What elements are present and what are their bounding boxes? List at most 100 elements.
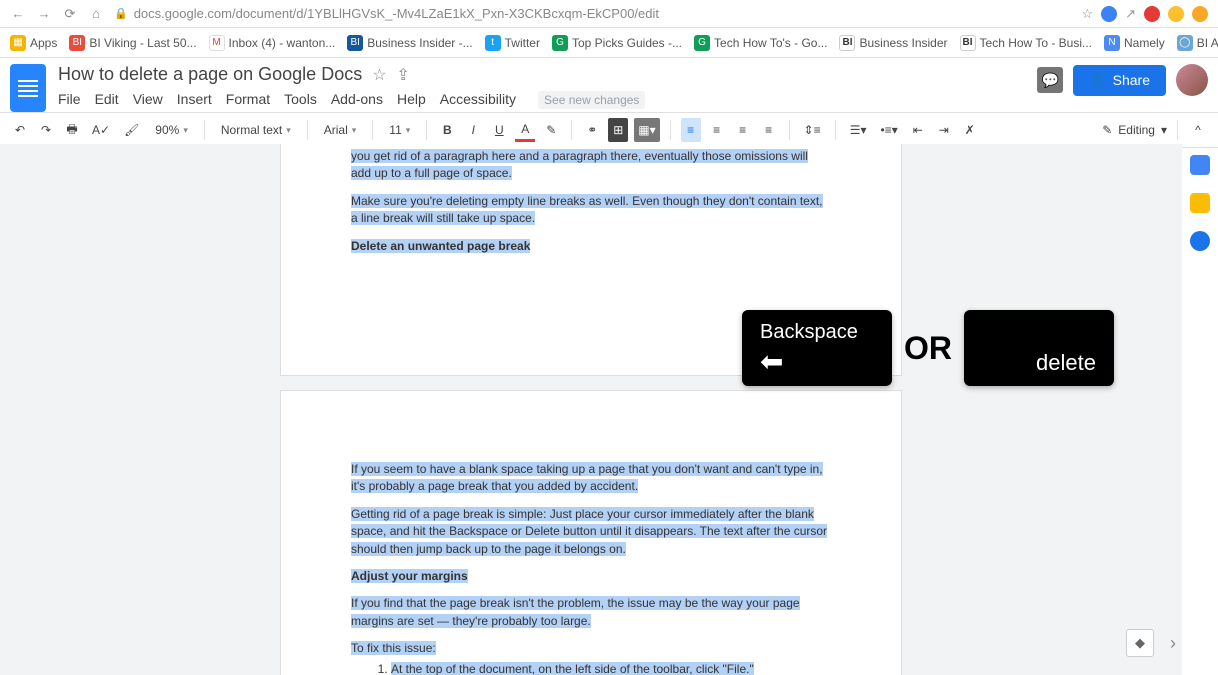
paint-format-icon[interactable]: 🖌 <box>120 118 143 142</box>
lock-icon: 🔒 <box>114 7 128 20</box>
doc-text: If you seem to have a blank space taking… <box>351 462 823 493</box>
menu-file[interactable]: File <box>58 91 81 109</box>
align-right-icon[interactable]: ≡ <box>733 118 753 142</box>
menu-help[interactable]: Help <box>397 91 426 109</box>
browser-nav-bar: ← → ⟳ ⌂ 🔒 docs.google.com/document/d/1YB… <box>0 0 1218 28</box>
bulleted-list-icon[interactable]: •≡▾ <box>877 118 902 142</box>
menu-accessibility[interactable]: Accessibility <box>440 91 516 109</box>
insert-link-icon[interactable]: ⚭ <box>582 118 602 142</box>
bookmark-item[interactable]: BIBusiness Insider <box>839 35 947 51</box>
pencil-icon: ✎ <box>1102 123 1112 137</box>
doc-text: you get rid of a paragraph here and a pa… <box>351 149 808 180</box>
text-color-icon[interactable]: A <box>515 118 535 142</box>
align-justify-icon[interactable]: ≡ <box>759 118 779 142</box>
doc-title[interactable]: How to delete a page on Google Docs <box>58 64 362 85</box>
chevron-down-icon: ▾ <box>1161 123 1167 137</box>
doc-text: Make sure you're deleting empty line bre… <box>351 194 823 225</box>
explore-button[interactable]: ◆ <box>1126 629 1154 657</box>
align-center-icon[interactable]: ≡ <box>707 118 727 142</box>
fontsize-select[interactable]: 11▾ <box>383 123 416 137</box>
doc-text: Getting rid of a page break is simple: J… <box>351 507 827 556</box>
docs-logo-icon[interactable] <box>10 64 46 112</box>
bookmark-item[interactable]: BIBusiness Insider -... <box>347 35 472 51</box>
calendar-app-icon[interactable] <box>1190 155 1210 175</box>
keyboard-overlay: Backspace ⬅ OR delete <box>742 310 1114 386</box>
spellcheck-icon[interactable]: A✓ <box>88 118 114 142</box>
mode-select[interactable]: ✎ Editing ▾ <box>1102 123 1167 137</box>
bookmark-item[interactable]: BITech How To - Busi... <box>960 35 1093 51</box>
star-doc-icon[interactable]: ☆ <box>372 65 386 85</box>
backspace-key: Backspace ⬅ <box>742 310 892 386</box>
bold-icon[interactable]: B <box>437 118 457 142</box>
url-text: docs.google.com/document/d/1YBLlHGVsK_-M… <box>134 6 659 21</box>
ext-icon-3[interactable] <box>1144 6 1160 22</box>
bookmark-item[interactable]: MInbox (4) - wanton... <box>209 35 336 51</box>
doc-page[interactable]: If you seem to have a blank space taking… <box>281 391 901 675</box>
formatting-toolbar: ↶ ↷ 🖶 A✓ 🖌 90%▾ Normal text▾ Arial▾ 11▾ … <box>0 112 1218 148</box>
account-avatar[interactable] <box>1176 64 1208 96</box>
menu-format[interactable]: Format <box>226 91 270 109</box>
redo-icon[interactable]: ↷ <box>36 118 56 142</box>
underline-icon[interactable]: U <box>489 118 509 142</box>
clear-formatting-icon[interactable]: ✗ <box>960 118 980 142</box>
profile-icon[interactable] <box>1168 6 1184 22</box>
home-icon[interactable]: ⌂ <box>88 6 104 21</box>
or-label: OR <box>904 330 952 367</box>
menu-view[interactable]: View <box>133 91 163 109</box>
see-new-changes[interactable]: See new changes <box>538 91 645 109</box>
bookmark-item[interactable]: tTwitter <box>485 35 540 51</box>
menu-bar: File Edit View Insert Format Tools Add-o… <box>58 91 1025 109</box>
doc-heading: Delete an unwanted page break <box>351 239 530 253</box>
bottom-right-buttons: ◆ › <box>1126 629 1176 657</box>
insert-comment-icon[interactable]: ⊞ <box>608 118 628 142</box>
bookmarks-bar: ▦Apps BIBI Viking - Last 50... MInbox (4… <box>0 28 1218 58</box>
keep-app-icon[interactable] <box>1190 193 1210 213</box>
comments-icon[interactable]: 💬 <box>1037 67 1063 93</box>
bookmark-item[interactable]: BIBI Viking - Last 50... <box>69 35 196 51</box>
bookmark-item[interactable]: GTech How To's - Go... <box>694 35 827 51</box>
bookmark-item[interactable]: GTop Picks Guides -... <box>552 35 682 51</box>
insert-image-icon[interactable]: ▦▾ <box>634 118 659 142</box>
menu-tools[interactable]: Tools <box>284 91 317 109</box>
tasks-app-icon[interactable] <box>1190 231 1210 251</box>
move-doc-icon[interactable]: ⇪ <box>397 65 410 85</box>
highlight-icon[interactable]: ✎ <box>541 118 561 142</box>
reload-icon[interactable]: ⟳ <box>62 6 78 22</box>
undo-icon[interactable]: ↶ <box>10 118 30 142</box>
document-canvas: you get rid of a paragraph here and a pa… <box>0 144 1182 675</box>
show-side-panel-icon[interactable]: › <box>1170 633 1176 654</box>
numbered-list-icon[interactable]: ☰▾ <box>846 118 871 142</box>
increase-indent-icon[interactable]: ⇥ <box>934 118 954 142</box>
font-select[interactable]: Arial▾ <box>318 123 363 137</box>
print-icon[interactable]: 🖶 <box>62 118 82 142</box>
menu-addons[interactable]: Add-ons <box>331 91 383 109</box>
ext-icon-1[interactable] <box>1101 6 1117 22</box>
decrease-indent-icon[interactable]: ⇤ <box>908 118 928 142</box>
doc-heading: Adjust your margins <box>351 569 468 583</box>
doc-text: If you find that the page break isn't th… <box>351 596 800 627</box>
align-left-icon[interactable]: ≡ <box>681 118 701 142</box>
style-select[interactable]: Normal text▾ <box>215 123 297 137</box>
ext-icon-4[interactable] <box>1192 6 1208 22</box>
address-bar[interactable]: 🔒 docs.google.com/document/d/1YBLlHGVsK_… <box>114 6 1071 21</box>
bookmark-item[interactable]: NNamely <box>1104 35 1165 51</box>
back-icon[interactable]: ← <box>10 6 26 21</box>
bookmark-star-icon[interactable]: ☆ <box>1081 6 1093 22</box>
zoom-select[interactable]: 90%▾ <box>149 123 194 137</box>
menu-edit[interactable]: Edit <box>95 91 119 109</box>
doc-text: To fix this issue: <box>351 641 436 655</box>
italic-icon[interactable]: I <box>463 118 483 142</box>
collapse-toolbar-icon[interactable]: ^ <box>1188 118 1208 142</box>
forward-icon[interactable]: → <box>36 6 52 21</box>
share-button[interactable]: 👤 Share <box>1073 65 1166 96</box>
apps-shortcut[interactable]: ▦Apps <box>10 35 57 51</box>
key-label: delete <box>1036 350 1096 376</box>
person-add-icon: 👤 <box>1089 72 1106 89</box>
key-label: Backspace <box>760 321 874 344</box>
menu-insert[interactable]: Insert <box>177 91 212 109</box>
bookmark-item[interactable]: ◯BI Apps <box>1177 35 1218 51</box>
line-spacing-icon[interactable]: ⇕≡ <box>800 118 825 142</box>
ext-icon-2[interactable]: ↗ <box>1125 6 1136 22</box>
side-panel <box>1182 145 1218 251</box>
arrow-left-icon: ⬅ <box>760 348 874 376</box>
